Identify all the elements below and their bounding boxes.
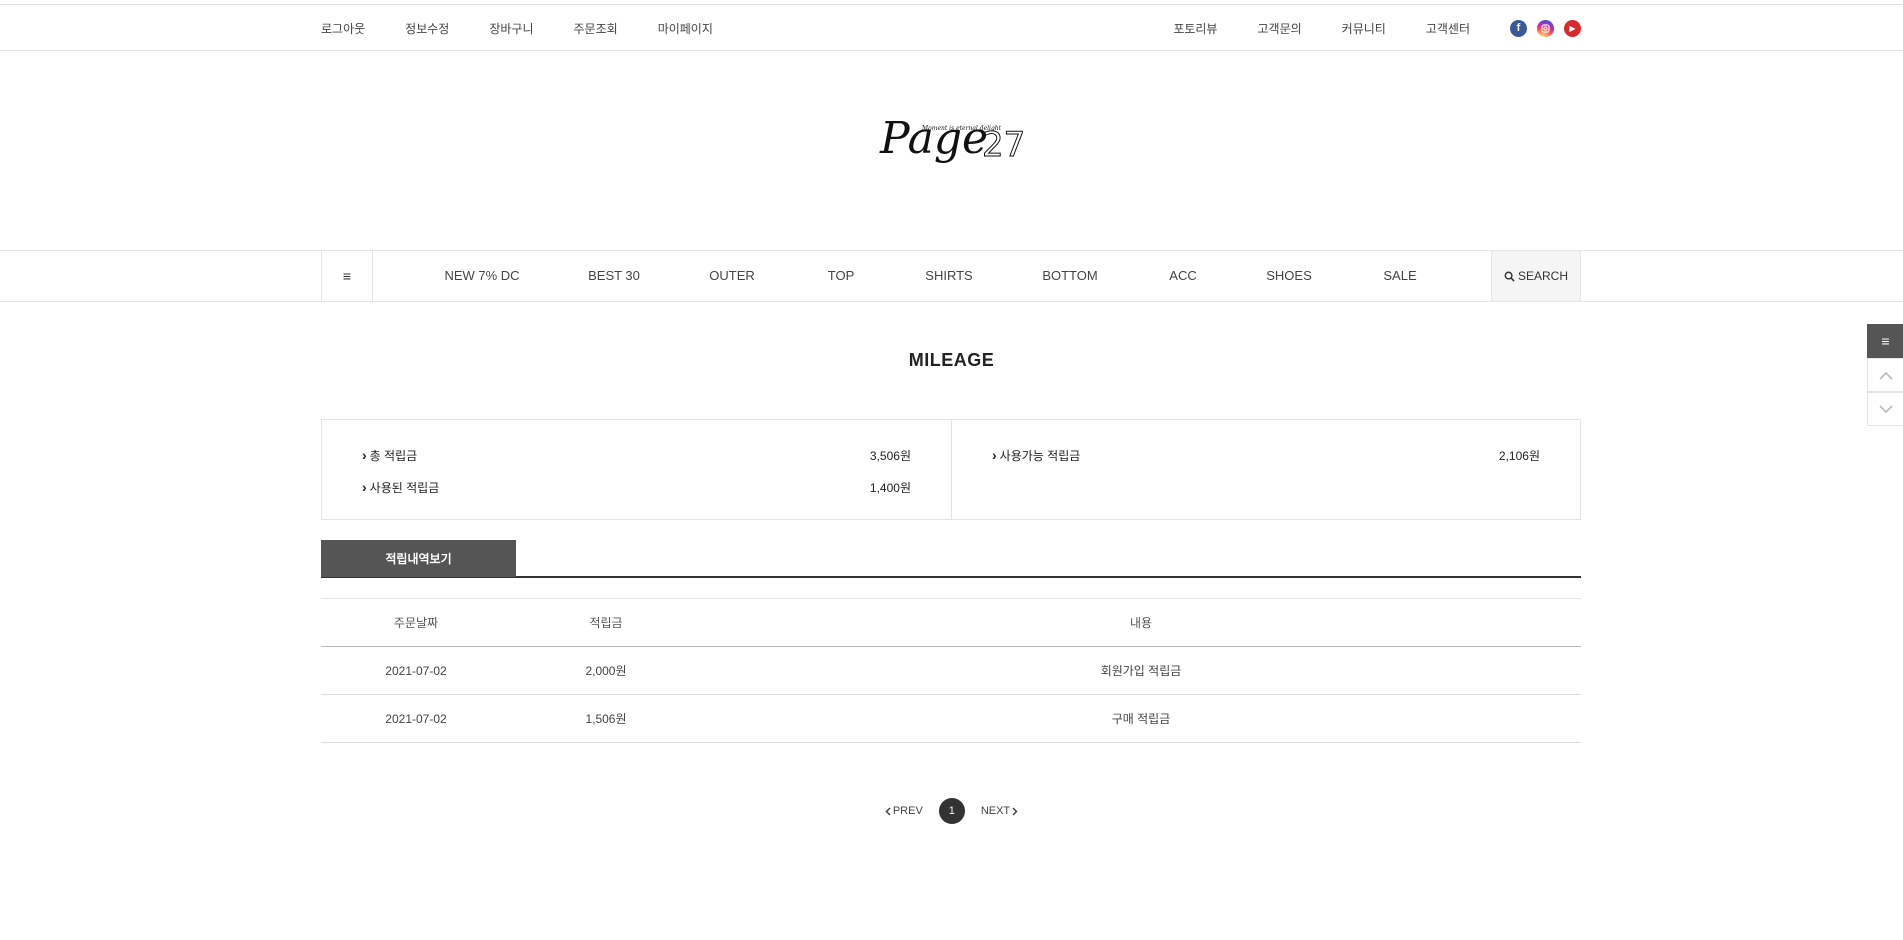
member-links: 로그아웃 정보수정 장바구니 주문조회 마이페이지 (321, 5, 753, 51)
youtube-icon[interactable]: ▶ (1564, 19, 1581, 37)
table-row: 2021-07-02 2,000원 회원가입 적립금 (321, 647, 1581, 695)
summary-left: 총 적립금 3,506원 사용된 적립금 1,400원 (322, 420, 952, 519)
nav-sale[interactable]: SALE (1383, 251, 1416, 301)
customer-center-link[interactable]: 고객센터 (1426, 20, 1470, 37)
row-mileage: 2,000원 (585, 664, 627, 678)
used-mileage-label: 사용된 적립금 (362, 479, 440, 496)
nav-bottom[interactable]: BOTTOM (1042, 251, 1097, 301)
total-mileage-row: 총 적립금 3,506원 (362, 447, 911, 467)
mypage-link[interactable]: 마이페이지 (658, 20, 713, 37)
prev-page-button[interactable]: PREV (885, 805, 923, 817)
mileage-summary: 총 적립금 3,506원 사용된 적립금 1,400원 사용가능 적립금 2,1… (321, 419, 1581, 520)
header-mileage: 적립금 (589, 616, 623, 630)
pagination: PREV 1 NEXT (0, 798, 1903, 824)
table-header-row: 주문날짜 적립금 내용 (321, 599, 1581, 647)
row-content: 회원가입 적립금 (1100, 664, 1182, 678)
total-mileage-value: 3,506원 (869, 449, 911, 463)
logo-tagline: Moment is eternal delight (921, 125, 1002, 132)
community-links: 포토리뷰 고객문의 커뮤니티 고객센터 f ▶ (1133, 5, 1581, 51)
nav-acc[interactable]: ACC (1169, 251, 1196, 301)
summary-right: 사용가능 적립금 2,106원 (952, 420, 1580, 519)
chevron-right-icon (1012, 806, 1018, 816)
prev-label: PREV (892, 805, 923, 817)
used-mileage-value: 1,400원 (869, 481, 911, 495)
facebook-icon[interactable]: f (1510, 19, 1527, 37)
community-link[interactable]: 커뮤니티 (1342, 20, 1386, 37)
nav-outer[interactable]: OUTER (709, 251, 755, 301)
chevron-left-icon (885, 806, 891, 816)
site-logo[interactable]: Page 27 Moment is eternal delight (876, 108, 1036, 188)
photo-review-link[interactable]: 포토리뷰 (1173, 20, 1217, 37)
table-row: 2021-07-02 1,506원 구매 적립금 (321, 695, 1581, 743)
page-number-current[interactable]: 1 (938, 798, 965, 824)
search-icon (1504, 271, 1515, 282)
hamburger-menu-icon[interactable]: ≡ (321, 251, 373, 301)
search-label: SEARCH (1517, 269, 1568, 283)
tab-bar: 적립내역보기 (321, 540, 1581, 578)
used-mileage-row: 사용된 적립금 1,400원 (362, 479, 911, 499)
total-mileage-label: 총 적립금 (362, 447, 418, 464)
nav-shirts[interactable]: SHIRTS (925, 251, 972, 301)
page-title: MILEAGE (908, 350, 995, 370)
row-order-date: 2021-07-02 (385, 664, 447, 678)
logo-text: Page (879, 113, 988, 164)
inquiry-link[interactable]: 고객문의 (1257, 20, 1301, 37)
top-utility-inner: 로그아웃 정보수정 장바구니 주문조회 마이페이지 포토리뷰 고객문의 커뮤니티… (321, 5, 1581, 51)
cart-link[interactable]: 장바구니 (489, 20, 533, 37)
top-utility-bar: 로그아웃 정보수정 장바구니 주문조회 마이페이지 포토리뷰 고객문의 커뮤니티… (0, 5, 1903, 51)
available-mileage-value: 2,106원 (1498, 449, 1540, 463)
scroll-down-icon[interactable] (1867, 392, 1903, 426)
mileage-table: 주문날짜 적립금 내용 2021-07-02 2,000원 회원가입 적립금 2… (321, 598, 1581, 743)
row-order-date: 2021-07-02 (385, 712, 447, 726)
header-content: 내용 (1129, 616, 1153, 630)
quick-menu: ≡ (1867, 324, 1903, 426)
tab-mileage-history[interactable]: 적립내역보기 (321, 540, 516, 577)
instagram-icon[interactable] (1537, 19, 1554, 37)
logout-link[interactable]: 로그아웃 (321, 20, 365, 37)
nav-top[interactable]: TOP (828, 251, 855, 301)
main-navigation: ≡ NEW 7% DC BEST 30 OUTER TOP SHIRTS BOT… (0, 250, 1903, 302)
next-page-button[interactable]: NEXT (981, 805, 1018, 817)
order-lookup-link[interactable]: 주문조회 (574, 20, 618, 37)
sns-links: f ▶ (1500, 19, 1581, 37)
nav-best[interactable]: BEST 30 (588, 251, 640, 301)
next-label: NEXT (980, 805, 1011, 817)
nav-new[interactable]: NEW 7% DC (444, 251, 519, 301)
row-mileage: 1,506원 (585, 712, 627, 726)
main-navigation-inner: ≡ NEW 7% DC BEST 30 OUTER TOP SHIRTS BOT… (321, 251, 1581, 301)
nav-shoes[interactable]: SHOES (1266, 251, 1312, 301)
header-order-date: 주문날짜 (393, 616, 439, 630)
available-mileage-label: 사용가능 적립금 (992, 447, 1081, 464)
search-button[interactable]: SEARCH (1491, 251, 1581, 301)
available-mileage-row: 사용가능 적립금 2,106원 (992, 447, 1540, 467)
edit-info-link[interactable]: 정보수정 (405, 20, 449, 37)
row-content: 구매 적립금 (1111, 712, 1171, 726)
